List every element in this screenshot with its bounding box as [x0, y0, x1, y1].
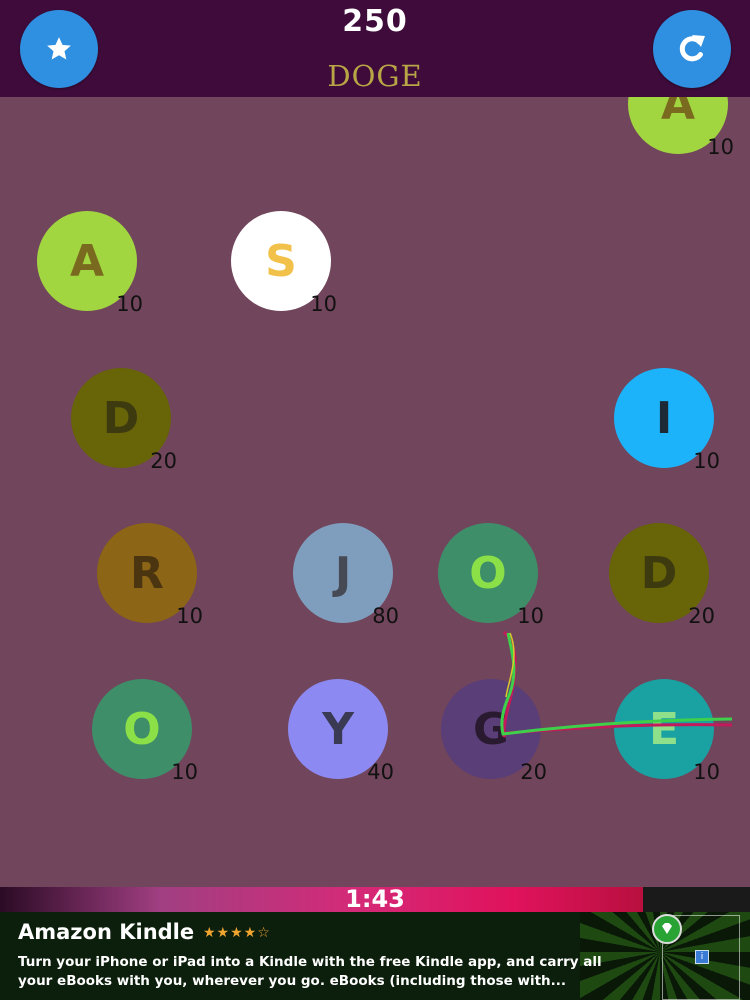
tile-points: 10: [517, 604, 544, 628]
tile-letter: J: [334, 547, 352, 599]
tile-points: 20: [150, 449, 177, 473]
letter-tile[interactable]: G 20: [441, 679, 547, 784]
ad-description: Turn your iPhone or iPad into a Kindle w…: [18, 954, 602, 989]
tile-letter: O: [123, 703, 161, 755]
ad-banner[interactable]: Amazon Kindle ★★★★☆ Turn your iPhone or …: [0, 912, 750, 1000]
tile-letter: D: [102, 392, 140, 444]
game-board: A 10 A 10 S 10 D 20 I 10 R 10 J 80 O 10 …: [0, 97, 750, 887]
tile-points: 20: [520, 760, 547, 784]
restart-button[interactable]: [653, 10, 731, 88]
tile-points: 20: [688, 604, 715, 628]
tile-letter: A: [660, 97, 696, 130]
letter-tile[interactable]: O 10: [92, 679, 198, 784]
ad-info-button[interactable]: i: [695, 950, 709, 964]
letter-tile[interactable]: J 80: [293, 523, 399, 628]
tile-points: 10: [707, 135, 734, 159]
tile-letter: R: [130, 547, 164, 599]
tile-letter: S: [265, 235, 297, 287]
tile-letter: Y: [322, 703, 354, 755]
score: 250: [342, 4, 408, 39]
tile-points: 40: [367, 760, 394, 784]
tile-letter: A: [69, 235, 105, 287]
timer: 1:43: [345, 885, 405, 913]
letter-tile[interactable]: E 10: [614, 679, 720, 784]
letter-tile[interactable]: I 10: [614, 368, 720, 473]
letter-tile[interactable]: Y 40: [288, 679, 394, 784]
tile-points: 10: [693, 760, 720, 784]
tile-points: 10: [310, 292, 337, 316]
letter-tile[interactable]: A 10: [37, 211, 143, 316]
tile-points: 10: [116, 292, 143, 316]
tile-letter: E: [648, 703, 680, 755]
tile-points: 10: [171, 760, 198, 784]
ad-rating: ★★★★☆: [203, 925, 271, 941]
current-word: DOGE: [327, 59, 423, 93]
tile-letter: G: [472, 703, 510, 755]
letter-tile[interactable]: R 10: [97, 523, 203, 628]
diamond-icon: [652, 914, 682, 944]
tile-letter: I: [655, 392, 673, 444]
tile-points: 80: [372, 604, 399, 628]
tile-letter: D: [640, 547, 678, 599]
tile-letter: O: [469, 547, 507, 599]
letter-tile[interactable]: A 10: [628, 97, 734, 159]
ad-title: Amazon Kindle: [18, 920, 195, 944]
tile-points: 10: [176, 604, 203, 628]
restart-icon: [679, 35, 705, 62]
letter-tile[interactable]: D 20: [609, 523, 715, 628]
letter-tile[interactable]: O 10: [438, 523, 544, 628]
letter-tile[interactable]: D 20: [71, 368, 177, 473]
tile-points: 10: [693, 449, 720, 473]
letter-tile[interactable]: S 10: [231, 211, 337, 316]
top-bar: 250 DOGE: [0, 0, 750, 97]
